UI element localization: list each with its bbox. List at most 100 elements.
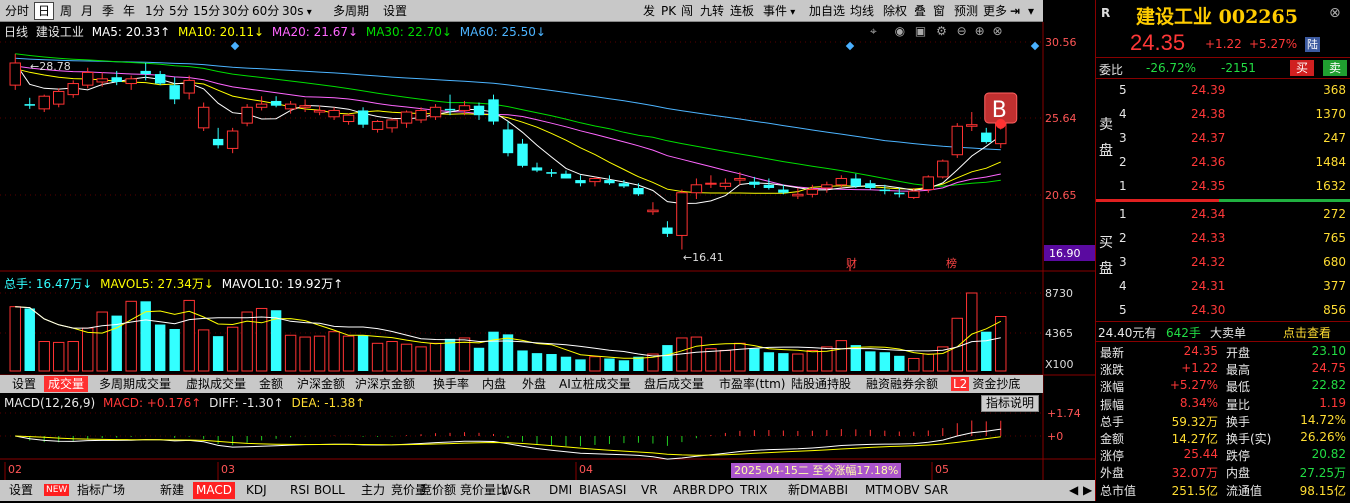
toolbar-right-0[interactable]: 发 xyxy=(640,2,658,20)
tab-8[interactable]: 内盘 xyxy=(478,376,510,392)
toolbar-right-6[interactable]: 加自选 xyxy=(806,2,848,20)
indicator-3[interactable]: 新建 xyxy=(142,482,187,499)
period-0[interactable]: 分时 xyxy=(2,2,32,20)
period-1[interactable]: 日 xyxy=(34,2,55,20)
expand-icon[interactable]: ▾ xyxy=(1025,2,1037,20)
tab-3[interactable]: 虚拟成交量 xyxy=(182,376,250,392)
period-10[interactable]: 60分 xyxy=(249,2,282,20)
kline-chart-area[interactable]: 30.56 25.64 20.65 16.90 8730 4365 X100 +1.74 +0 0… xyxy=(0,22,1095,501)
nav-right-icon[interactable]: ▶ xyxy=(1080,482,1095,499)
stat-label2: 换手(实) xyxy=(1226,432,1272,446)
toolbar-right-2[interactable]: 闯 xyxy=(678,2,696,20)
toolbar-right-7[interactable]: 均线 xyxy=(847,2,877,20)
toolbar-right-1[interactable]: PK xyxy=(658,2,679,20)
indicator-1[interactable]: NEW xyxy=(44,484,70,496)
period-6[interactable]: 1分 xyxy=(142,2,168,20)
gear-icon[interactable]: ⚙ xyxy=(936,24,947,38)
period-7[interactable]: 5分 xyxy=(166,2,192,20)
tab-13[interactable]: 陆股通持股 xyxy=(787,376,855,392)
stat-label: 金额 xyxy=(1100,432,1125,446)
toolbar-right-4[interactable]: 连板 xyxy=(727,2,757,20)
indicator-4[interactable]: MACD xyxy=(193,482,235,499)
asks-price[interactable]: 24.38 xyxy=(1191,107,1225,121)
tab-15[interactable]: L2 资金抄底 xyxy=(947,376,1024,392)
indicator-0[interactable]: 设置 xyxy=(6,482,36,499)
nav-left-icon[interactable]: ◀ xyxy=(1066,482,1081,499)
tab-4[interactable]: 金额 xyxy=(255,376,287,392)
indicator-7[interactable]: BOLL xyxy=(311,482,348,499)
tab-12[interactable]: 市盈率(ttm) xyxy=(715,376,789,392)
indicator-2[interactable]: 指标广场 xyxy=(74,482,128,499)
period-11[interactable]: 30s xyxy=(279,2,315,20)
indicator-15[interactable]: ASI xyxy=(604,482,629,499)
indicator-19[interactable]: TRIX xyxy=(737,482,770,499)
bids-price[interactable]: 24.31 xyxy=(1191,279,1225,293)
period-9[interactable]: 30分 xyxy=(219,2,252,20)
bids-price[interactable]: 24.30 xyxy=(1191,303,1225,317)
tab-6[interactable]: 沪深京金额 xyxy=(351,376,419,392)
indicator-5[interactable]: KDJ xyxy=(243,482,270,499)
close-icon[interactable]: ⊗ xyxy=(992,24,1002,38)
sell-button[interactable]: 卖 xyxy=(1323,60,1348,76)
indicator-17[interactable]: ARBR xyxy=(670,482,709,499)
high-price-label: ←28.78 xyxy=(30,60,71,73)
tab-2[interactable]: 多周期成交量 xyxy=(95,376,175,392)
toolbar-right-11[interactable]: 预测 xyxy=(951,2,981,20)
indicator-10[interactable]: 竞价额 xyxy=(417,482,459,499)
toolbar-right-12[interactable]: 更多 xyxy=(980,2,1010,20)
indicator-20[interactable]: 新DMA xyxy=(785,482,831,499)
indicator-24[interactable]: SAR xyxy=(921,482,951,499)
period-5[interactable]: 年 xyxy=(120,2,138,20)
tab-14[interactable]: 融资融券余额 xyxy=(862,376,942,392)
indicator-help-button[interactable]: 指标说明 xyxy=(981,395,1040,412)
asks-price[interactable]: 24.36 xyxy=(1191,155,1225,169)
tab-5[interactable]: 沪深金额 xyxy=(293,376,349,392)
indicator-23[interactable]: OBV xyxy=(891,482,923,499)
volume-legend: 总手: 16.47万↓ MAVOL5: 27.34万↓ MAVOL10: 19.… xyxy=(4,275,604,291)
toolbar-right-9[interactable]: 叠 xyxy=(911,2,929,20)
toolbar-right-3[interactable]: 九转 xyxy=(697,2,727,20)
bids-price[interactable]: 24.33 xyxy=(1191,231,1225,245)
bids-price[interactable]: 24.32 xyxy=(1191,255,1225,269)
period-12[interactable]: 多周期 xyxy=(330,2,372,20)
candle-down xyxy=(546,172,557,174)
indicator-18[interactable]: DPO xyxy=(705,482,737,499)
bids-price[interactable]: 24.34 xyxy=(1191,207,1225,221)
indicator-13[interactable]: DMI xyxy=(546,482,575,499)
tab-1[interactable]: 成交量 xyxy=(44,376,89,392)
eye-icon[interactable]: ◉ xyxy=(895,24,905,38)
indicator-16[interactable]: VR xyxy=(638,482,661,499)
price-tick-label: 30.56 xyxy=(1045,36,1077,49)
stat-value: +1.22 xyxy=(1181,361,1218,376)
indicator-8[interactable]: 主力 xyxy=(358,482,388,499)
toolbar-right-8[interactable]: 除权 xyxy=(880,2,910,20)
range-gain-label[interactable]: 2025-04-15二 至今涨幅17.18% xyxy=(731,463,902,478)
tab-9[interactable]: 外盘 xyxy=(518,376,550,392)
close-circle-icon[interactable]: ⊗ xyxy=(1329,5,1341,21)
toolbar-right-5[interactable]: 事件 xyxy=(760,2,798,20)
tab-11[interactable]: 盘后成交量 xyxy=(640,376,708,392)
candle-up xyxy=(197,106,210,129)
asks-price[interactable]: 24.35 xyxy=(1191,179,1225,193)
period-13[interactable]: 设置 xyxy=(380,2,410,20)
indicator-21[interactable]: BBI xyxy=(825,482,851,499)
indicator-12[interactable]: W&R xyxy=(498,482,534,499)
collapse-icon[interactable]: ⇥ xyxy=(1007,2,1023,20)
indicator-6[interactable]: RSI xyxy=(287,482,313,499)
tab-10[interactable]: AI立桩成交量 xyxy=(555,376,635,392)
bag-icon[interactable]: ▣ xyxy=(915,24,926,38)
period-4[interactable]: 季 xyxy=(99,2,117,20)
volume-indicator-tabs: 设置 成交量 多周期成交量 虚拟成交量 金额 沪深金额 沪深京金额 换手率 内盘 外盘 AI立桩成交… xyxy=(0,375,1043,393)
zoom-in-icon[interactable]: ⊕ xyxy=(975,24,985,38)
big-order-link[interactable]: 点击查看 xyxy=(1283,324,1331,341)
period-2[interactable]: 周 xyxy=(57,2,75,20)
tab-0[interactable]: 设置 xyxy=(8,376,40,392)
crosshair-icon[interactable]: ⌖ xyxy=(870,24,877,38)
buy-button[interactable]: 买 xyxy=(1290,60,1315,76)
period-3[interactable]: 月 xyxy=(78,2,96,20)
asks-price[interactable]: 24.37 xyxy=(1191,131,1225,145)
zoom-out-icon[interactable]: ⊖ xyxy=(957,24,967,38)
asks-price[interactable]: 24.39 xyxy=(1191,83,1225,97)
tab-7[interactable]: 换手率 xyxy=(429,376,473,392)
toolbar-right-10[interactable]: 窗 xyxy=(930,2,948,20)
